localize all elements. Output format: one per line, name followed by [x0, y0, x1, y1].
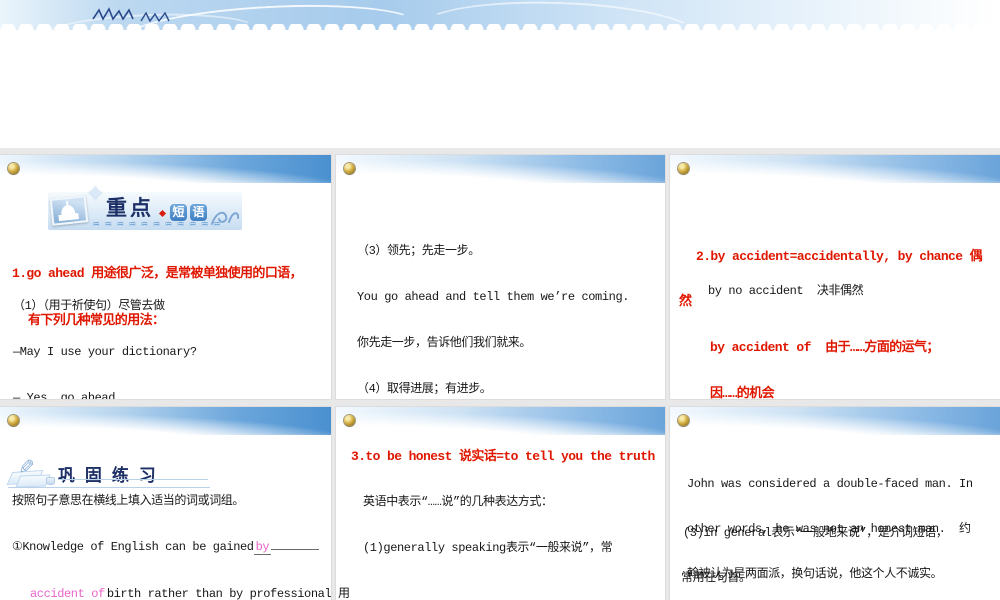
body-text-paragraph-2: (3)in general表示“一般地来说”，是介词短语， 常用在句首。 In … — [681, 496, 987, 600]
scribble-icon — [140, 11, 170, 23]
text-line: 英语中表示“……说”的几种表达方式： — [363, 495, 553, 510]
top-decorative-banner — [0, 0, 1000, 68]
body-text: （3）领先；先走一步。 You go ahead and tell them w… — [357, 213, 629, 399]
ink-pot-icon — [46, 477, 55, 485]
badge-pill-phrase: 语 — [190, 204, 207, 221]
text-line: — Yes, go ahead. — [13, 391, 122, 399]
text-line: ①Knowledge of English can be gained by — [12, 539, 331, 556]
gold-ball-icon — [678, 415, 689, 426]
wave-pattern: ♒♒♒♒♒♒♒♒♒♒♒ — [92, 220, 225, 230]
answer-text: by — [253, 539, 272, 555]
text-line: (3)in general表示“一般地来说”，是介词短语， — [683, 526, 948, 540]
gold-ball-icon — [8, 415, 19, 426]
slide-thumbnail-5[interactable]: 3.to be honest 说实话=to tell you the truth… — [336, 407, 665, 600]
text-line: 常用在句首。 — [681, 571, 751, 585]
gold-ball-icon — [8, 163, 19, 174]
curl-icon — [211, 211, 240, 225]
header-band — [336, 407, 665, 435]
header-band — [0, 155, 331, 183]
text-line: accident of birth rather than by professi… — [28, 586, 331, 600]
text-line: 按照句子意思在横线上填入适当的词或词组。 — [12, 494, 245, 508]
heading-to-be-honest: 3.to be honest 说实话=to tell you the truth — [351, 449, 655, 464]
text-line: （3）领先；先走一步。 — [357, 243, 480, 258]
badge-title-keypoint: 重点 — [106, 195, 154, 220]
slide-thumbnail-2[interactable]: （3）领先；先走一步。 You go ahead and tell them w… — [336, 155, 665, 399]
practice-title: 巩 固 练 习 — [58, 466, 158, 486]
header-band — [0, 407, 331, 435]
text-line: (1)generally speaking表示“一般来说”，常 — [363, 541, 613, 556]
text-line: 你先走一步，告诉他们我们就来。 — [357, 336, 532, 351]
slide-sorter-page: ✦ 重点 短语 ♒♒♒♒♒♒♒♒♒♒♒ 1.go ahead 用途很广泛，是常被… — [0, 0, 1000, 600]
header-band — [670, 407, 1000, 435]
answer-text: accident of — [28, 586, 107, 600]
wave-arc-icon — [419, 0, 701, 67]
text-line: by no accident 决非偶然 — [708, 284, 864, 298]
slide-thumbnail-1[interactable]: ✦ 重点 短语 ♒♒♒♒♒♒♒♒♒♒♒ 1.go ahead 用途很广泛，是常被… — [0, 155, 331, 399]
body-text: （1）（用于祈使句）尽管去做 —May I use your dictionar… — [13, 268, 292, 399]
gold-ball-icon — [344, 415, 355, 426]
text-line: John was considered a double-faced man. … — [687, 477, 973, 491]
text-line: （4）取得进展；有进步。 — [357, 382, 492, 397]
text-line: —May I use your dictionary? — [13, 345, 197, 360]
slide-thumbnail-6[interactable]: John was considered a double-faced man. … — [670, 407, 1000, 600]
header-band — [336, 155, 665, 183]
badge-pill-short: 短 — [170, 204, 187, 221]
gold-ball-icon — [678, 163, 689, 174]
rule-line — [8, 487, 210, 488]
gold-ball-icon — [344, 163, 355, 174]
scribble-icon — [92, 7, 134, 21]
red-accent-dot — [158, 209, 167, 218]
slide-thumbnail-4[interactable]: ✎ 巩 固 练 习 按照句子意思在横线上填入适当的词或词组。 ①Knowledg… — [0, 407, 331, 600]
badge-pills: 短语 — [170, 203, 210, 221]
rule-line — [58, 479, 208, 480]
header-band — [670, 155, 1000, 183]
slide-thumbnail-3[interactable]: 2.by accident=accidentally, by chance 偶 … — [670, 155, 1000, 399]
heading-by-accident: 2.by accident=accidentally, by chance 偶 … — [679, 248, 983, 399]
text-line: You go ahead and tell them we’re coming. — [357, 290, 630, 305]
blank-underline — [271, 539, 320, 550]
body-text: 英语中表示“……说”的几种表达方式： (1)generally speaking… — [338, 465, 652, 600]
text-line: 用 — [338, 586, 350, 600]
text-line: （1）（用于祈使句）尽管去做 — [13, 298, 165, 313]
practice-items: ①Knowledge of English can be gained by ac… — [12, 507, 331, 600]
dome-photo-icon — [49, 195, 89, 226]
keypoint-badge: ✦ 重点 短语 ♒♒♒♒♒♒♒♒♒♒♒ — [48, 182, 242, 230]
sparkle-icon: ✦ — [86, 182, 105, 207]
